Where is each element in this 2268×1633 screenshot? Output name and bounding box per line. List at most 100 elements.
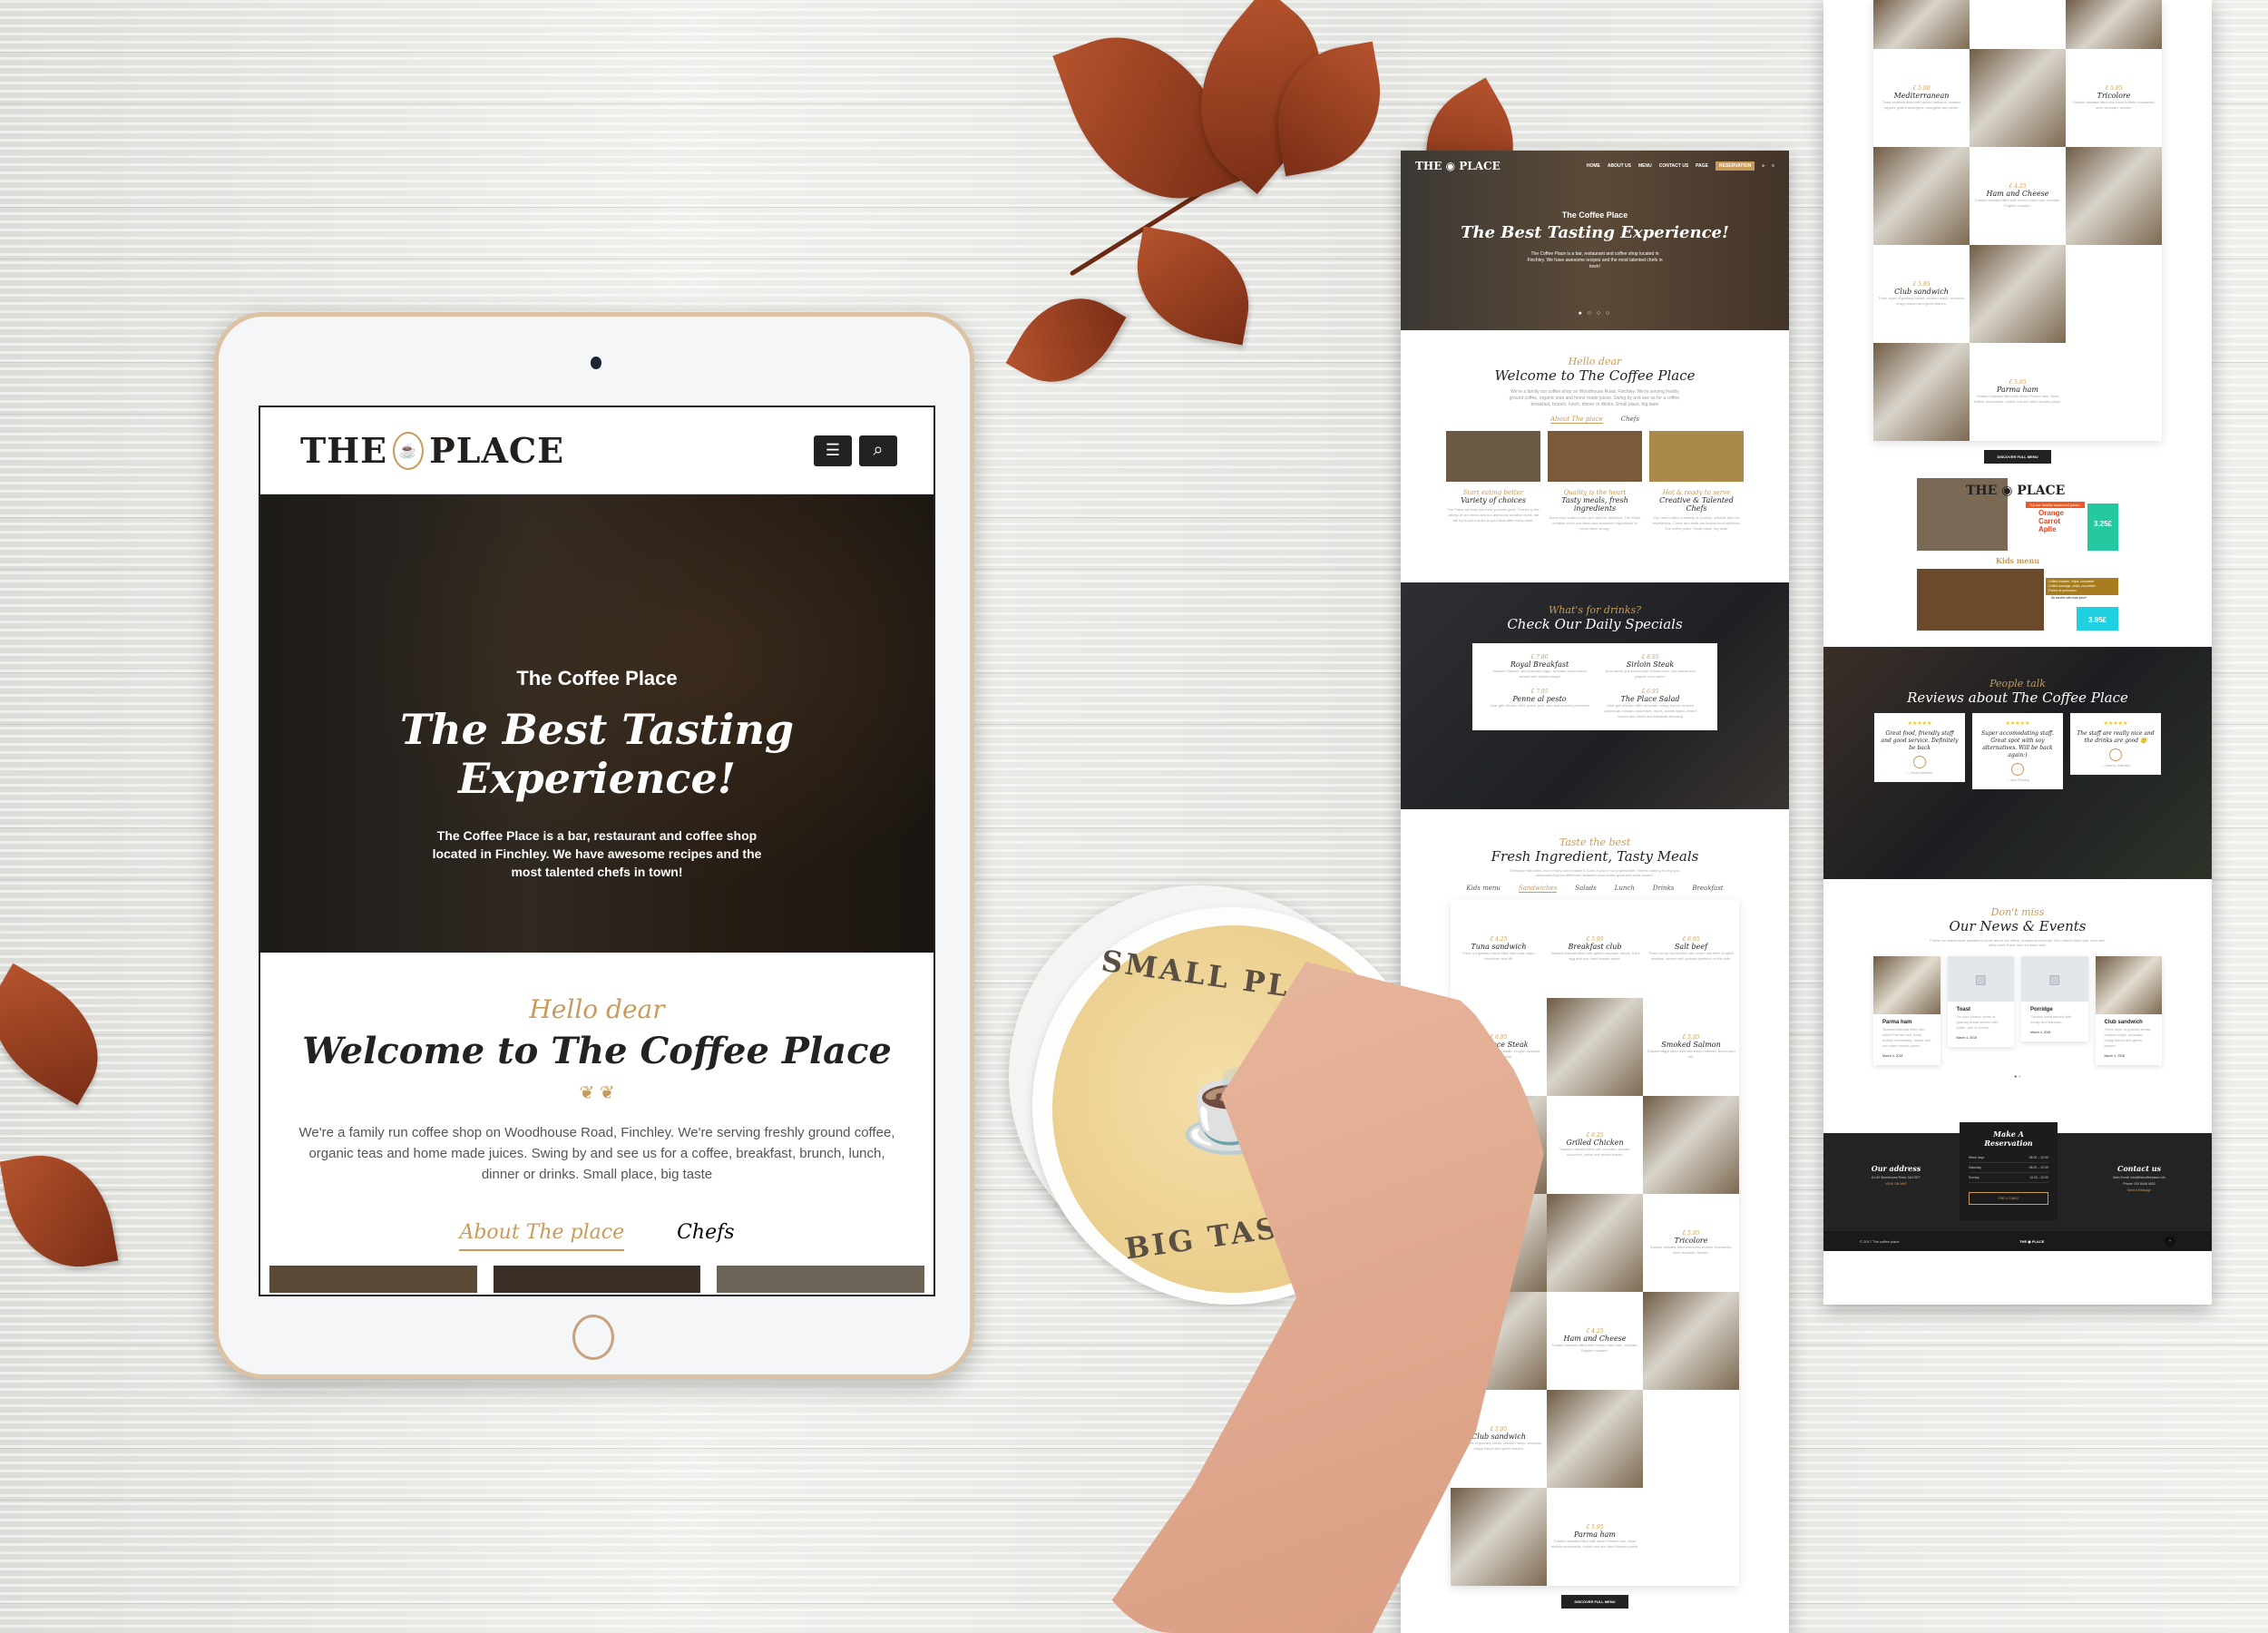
camera <box>591 357 601 369</box>
menu-item: £ 5.95 Club sandwich Three layer of granar… <box>1878 281 1965 306</box>
nav-reservation-button[interactable]: RESERVATION <box>1715 161 1755 171</box>
menu-item: £ 5.95 Tricolore Toasted ciabatta filled w… <box>2072 85 2156 110</box>
welcome-title: Welcome to The Coffee Place <box>302 1030 892 1072</box>
welcome-text: We're a family run coffee shop on Woodho… <box>298 1125 895 1182</box>
leaf <box>0 963 123 1106</box>
section-pre: Hello dear <box>1568 356 1622 367</box>
home-button[interactable] <box>572 1315 614 1360</box>
menu-tab-breakfast[interactable]: Breakfast <box>1692 885 1723 893</box>
menu-tab-salads[interactable]: Salads <box>1575 885 1596 893</box>
menu-item: £ 4.25 Ham and Cheese Toasted ciabatta fil… <box>1551 1328 1638 1353</box>
rating-stars: ★★★★★ <box>1907 721 1932 727</box>
image-placeholder-icon: ▨ <box>2021 956 2088 1002</box>
tab-about[interactable]: About The place <box>459 1221 625 1251</box>
search-button[interactable]: ⌕ <box>859 435 897 466</box>
slider-dots[interactable]: ● ○ ○ ○ <box>1401 310 1789 317</box>
menu-image <box>1451 1488 1547 1586</box>
news-card[interactable]: ▨ Toast On your choice: white or granary b… <box>1947 956 2014 1047</box>
site-logo[interactable]: THE ☕ PLACE <box>300 430 564 471</box>
image-placeholder-icon: ▨ <box>1947 956 2014 1002</box>
menu-item: £ 5.95 Parma ham Toasted ciabatta filled w… <box>1973 379 2062 404</box>
menu-image <box>1547 1390 1643 1488</box>
specials-section: What's for drinks? Check Our Daily Speci… <box>1401 582 1789 809</box>
review-card: ★★★★★ Great food, friendly staff and good… <box>1874 713 1965 782</box>
leaf <box>1126 226 1260 346</box>
kids-menu-title: Kids menu <box>1995 556 2040 565</box>
search-icon[interactable]: ⌕ <box>1762 163 1765 169</box>
rating-stars: ★★★★★ <box>2103 721 2128 727</box>
kids-price: 3.95£ <box>2077 607 2118 631</box>
back-to-top-button[interactable]: ⌃ <box>2165 1236 2175 1247</box>
menu-item: £ 6.95 Salt beef Thick cut rye bread fille… <box>1647 936 1735 961</box>
about-image <box>717 1266 925 1293</box>
search-icon: ⌕ <box>873 440 884 460</box>
tab-about[interactable]: About The place <box>1549 416 1603 424</box>
discover-menu-button[interactable]: DISCOVER FULL MENU <box>1561 1595 1628 1609</box>
about-image <box>269 1266 477 1293</box>
avatar <box>2109 748 2122 761</box>
tablet-screen: THE ☕ PLACE ☰ ⌕ The Coffee Place The Bes… <box>259 406 935 1296</box>
feature-card: Start eating better Variety of choices The… <box>1446 431 1540 532</box>
hamburger-icon: ☰ <box>825 441 841 459</box>
hero-text: The Coffee Place is a bar, restaurant an… <box>432 828 762 879</box>
view-map-link[interactable]: VIEW ON MAP <box>1851 1182 1941 1186</box>
menu-button[interactable]: ☰ <box>814 435 852 466</box>
menu-icon[interactable]: ≡ <box>1772 163 1774 169</box>
nav-logo[interactable]: THE ◉ PLACE <box>1415 160 1579 172</box>
rating-stars: ★★★★★ <box>2005 721 2030 727</box>
coffee-cup-icon: ☕ <box>393 431 425 470</box>
about-image <box>493 1266 701 1293</box>
leaf <box>1005 276 1127 405</box>
menu-item: £ 5.95 Tricolore Toasted ciabatta filled w… <box>1649 1230 1733 1255</box>
menu-image <box>1547 998 1643 1096</box>
menu-tab-kids[interactable]: Kids menu <box>1466 885 1501 893</box>
menu-image <box>1970 245 2066 343</box>
feature-card: Quality is the heart Tasty meals, fresh i… <box>1548 431 1642 532</box>
menu-item: £ 5.95 Parma ham Toasted ciabatta filled w… <box>1550 1524 1639 1549</box>
find-table-button[interactable]: FIND A TABLE <box>1969 1192 2048 1205</box>
about-section: Hello dear Welcome to The Coffee Place W… <box>1401 330 1789 582</box>
hero-subtitle: The Coffee Place <box>1561 210 1628 220</box>
reviews-section: People talk Reviews about The Coffee Pla… <box>1823 647 2212 879</box>
menu-item: £ 5.95 Breakfast club Toasted ciabatta fil… <box>1550 936 1639 961</box>
menu-tab-drinks[interactable]: Drinks <box>1653 885 1675 893</box>
news-dots[interactable]: ● ○ <box>1823 1074 2212 1080</box>
section-title: Check Our Daily Specials <box>1507 616 1683 632</box>
review-card: ★★★★★ The staff are really nice and the d… <box>2070 713 2161 775</box>
special-item: £ 7.80 Royal Breakfast Smoked Salmon, two … <box>1492 654 1587 679</box>
menu-image <box>1643 1096 1739 1194</box>
hero-text: The Coffee Place is a bar, restaurant an… <box>1527 251 1663 269</box>
avatar <box>1913 756 1926 768</box>
news-section: Don't miss Our News & Events Follow our … <box>1823 879 2212 1133</box>
discover-menu-button[interactable]: DISCOVER FULL MENU <box>1984 450 2051 464</box>
news-card[interactable]: ▨ Porridge Creamy hand served with honey a… <box>2021 956 2088 1041</box>
section-text: We're a family run coffee shop on Woodho… <box>1509 389 1681 407</box>
hero-section: The Coffee Place The Best Tasting Experi… <box>1401 151 1789 330</box>
nav-menu[interactable]: MENU <box>1638 163 1652 169</box>
tab-chefs[interactable]: Chefs <box>677 1221 734 1251</box>
news-card[interactable]: Club sandwich Three layer of granary brea… <box>2095 956 2162 1065</box>
news-card[interactable]: Parma ham Toasted ciabatta filled with sl… <box>1873 956 1941 1065</box>
menu-item: £ 6.25 Grilled Chicken Toasted ciabatta fi… <box>1559 1132 1631 1157</box>
nav-contact[interactable]: CONTACT US <box>1659 163 1688 169</box>
menu-image <box>1873 147 1970 245</box>
send-message-link[interactable]: Send A Message <box>2094 1188 2185 1192</box>
menu-image <box>1547 1194 1643 1292</box>
feature-card: Hot & ready to serve Creative & Talented … <box>1649 431 1744 532</box>
avatar <box>2011 763 2024 776</box>
nav-page[interactable]: PAGE <box>1696 163 1708 169</box>
nav-about[interactable]: ABOUT US <box>1608 163 1631 169</box>
review-card: ★★★★★ Super accomodating staff. Great spo… <box>1972 713 2063 789</box>
tab-chefs[interactable]: Chefs <box>1621 416 1639 424</box>
leaf <box>0 1144 119 1278</box>
welcome-pre: Hello dear <box>529 994 665 1024</box>
site-footer: Our address 61-63 Woodhouse Road, N12 9ET… <box>1823 1122 2212 1251</box>
section-title: Fresh Ingredient, Tasty Meals <box>1491 848 1699 865</box>
hero-title: The Best Tasting Experience! <box>1461 223 1729 242</box>
menu-tab-lunch[interactable]: Lunch <box>1615 885 1635 893</box>
menu-tab-sandwiches[interactable]: Sandwiches <box>1518 885 1558 893</box>
tablet-device: THE ☕ PLACE ☰ ⌕ The Coffee Place The Bes… <box>214 312 974 1379</box>
nav-home[interactable]: HOME <box>1587 163 1600 169</box>
welcome-section: Hello dear Welcome to The Coffee Place ❦… <box>260 953 934 1293</box>
hero-subtitle: The Coffee Place <box>516 667 678 689</box>
